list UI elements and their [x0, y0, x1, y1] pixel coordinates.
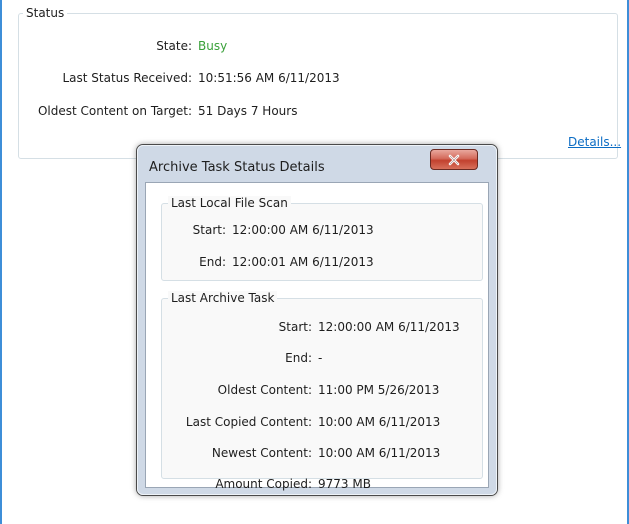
oldest-content-value: 51 Days 7 Hours — [198, 104, 298, 118]
oldest-content-archive-value: 11:00 PM 5/26/2013 — [318, 383, 440, 397]
state-value: Busy — [198, 39, 228, 53]
scan-start-value: 12:00:00 AM 6/11/2013 — [232, 223, 374, 237]
last-status-received-label: Last Status Received: — [62, 71, 192, 85]
archive-end-value: - — [318, 351, 323, 365]
last-copied-content-label: Last Copied Content: — [185, 415, 312, 429]
dialog-title: Archive Task Status Details — [149, 160, 325, 175]
archive-task-status-dialog: Archive Task Status Details Last Local F… — [136, 144, 498, 496]
scan-end-label: End: — [199, 255, 226, 269]
newest-content-value: 10:00 AM 6/11/2013 — [318, 446, 441, 460]
window-frame-left — [0, 0, 2, 524]
state-label: State: — [156, 39, 192, 53]
status-group — [18, 13, 618, 159]
oldest-content-archive-label: Oldest Content: — [217, 383, 312, 397]
last-local-file-scan-legend: Last Local File Scan — [168, 196, 291, 210]
oldest-content-label: Oldest Content on Target: — [37, 104, 192, 118]
amount-copied-label: Amount Copied: — [215, 477, 312, 491]
status-group-legend: Status — [23, 6, 68, 20]
newest-content-label: Newest Content: — [211, 446, 312, 460]
close-button[interactable] — [430, 149, 478, 170]
scan-end-value: 12:00:01 AM 6/11/2013 — [232, 255, 374, 269]
archive-end-label: End: — [285, 351, 312, 365]
last-archive-task-legend: Last Archive Task — [168, 291, 278, 305]
details-link[interactable]: Details... — [568, 134, 621, 150]
last-copied-content-value: 10:00 AM 6/11/2013 — [318, 415, 441, 429]
amount-copied-value: 9773 MB — [318, 477, 371, 491]
last-status-received-value: 10:51:56 AM 6/11/2013 — [198, 71, 340, 85]
dialog-content: Last Local File Scan Start: 12:00:00 AM … — [145, 182, 489, 491]
archive-start-value: 12:00:00 AM 6/11/2013 — [318, 320, 460, 334]
scan-start-label: Start: — [192, 223, 226, 237]
close-icon — [448, 154, 460, 165]
archive-start-label: Start: — [278, 320, 312, 334]
